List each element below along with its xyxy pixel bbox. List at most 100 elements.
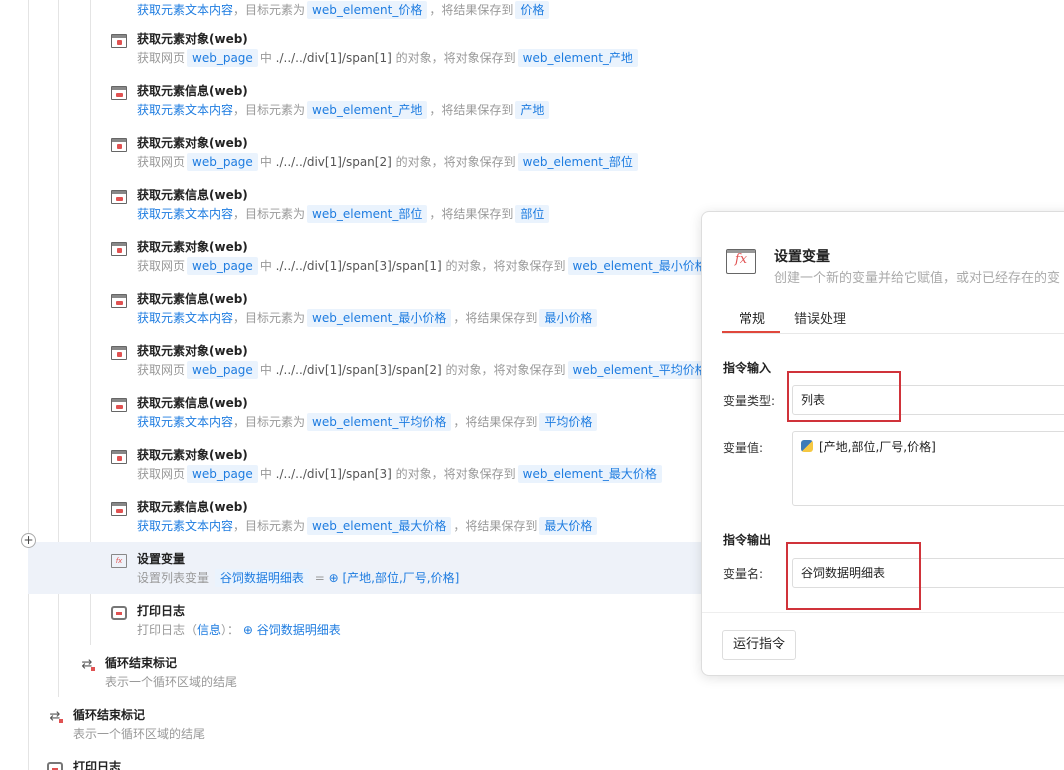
target-variable-tag[interactable]: web_element_平均价格 <box>307 413 452 431</box>
step-text: 的对象，将对象保存到 <box>395 467 516 481</box>
var-name-label: 变量名: <box>723 567 764 581</box>
xpath-text: ./../../div[1]/span[1] <box>275 51 392 65</box>
python-icon <box>801 440 813 452</box>
step-text: ，将结果保存到 <box>453 415 538 429</box>
result-variable-tag[interactable]: 价格 <box>515 1 550 19</box>
workflow-canvas: + 获取元素文本内容，目标元素为 web_element_价格 ，将结果保存到 价格 … <box>0 0 1064 770</box>
var-value-text: [产地,部位,厂号,价格] <box>819 440 936 454</box>
page-variable-tag[interactable]: web_page <box>187 257 258 275</box>
result-variable-tag[interactable]: 平均价格 <box>539 413 598 431</box>
step-text: 的对象，将对象保存到 <box>445 259 566 273</box>
step-description: 获取元素文本内容，目标元素为 web_element_最大价格 ，将结果保存到 最大价… <box>137 517 599 535</box>
variable-tag[interactable]: 谷饲数据明细表 <box>214 569 309 587</box>
dialog-tabs: 常规 错误处理 <box>722 308 1064 334</box>
loop-end-icon: ⇄ <box>47 710 63 724</box>
step-get-element-object[interactable]: 获取元素对象(web) 获取网页 web_page 中 ./../../div[1]… <box>111 28 701 80</box>
step-title: 获取元素对象(web) <box>137 32 248 46</box>
target-variable-tag[interactable]: web_element_产地 <box>307 101 428 119</box>
step-description: 获取元素文本内容，目标元素为 web_element_部位 ，将结果保存到 部位 <box>137 205 551 223</box>
step-text: ，将结果保存到 <box>453 311 538 325</box>
step-title: 获取元素信息(web) <box>137 292 248 306</box>
step-get-element-object[interactable]: 获取元素对象(web) 获取网页 web_page 中 ./../../div[1]… <box>111 340 712 392</box>
step-get-element-info[interactable]: 获取元素信息(web) 获取元素文本内容，目标元素为 web_element_平均… <box>111 392 701 444</box>
tree-guide-line <box>28 0 29 770</box>
step-get-element-info[interactable]: 获取元素信息(web) 获取元素文本内容，目标元素为 web_element_最大… <box>111 496 701 548</box>
step-text: ，目标元素为 <box>233 103 306 117</box>
result-variable-tag[interactable]: web_element_最大价格 <box>517 465 662 483</box>
step-title: 打印日志 <box>73 760 122 770</box>
step-set-variable[interactable]: fx 设置变量 设置列表变量 谷饲数据明细表 = ⊕ [产地,部位,厂号,价格] <box>111 548 701 600</box>
list-value-text: [产地,部位,厂号,价格] <box>342 571 460 585</box>
step-description: 表示一个循环区域的结尾 <box>73 727 206 741</box>
xpath-text: ./../../div[1]/span[3]/span[1] <box>275 259 442 273</box>
log-value: ⊕ 谷饲数据明细表 <box>242 623 341 637</box>
step-title: 打印日志 <box>137 604 186 618</box>
result-variable-tag[interactable]: web_element_产地 <box>517 49 638 67</box>
step-text: ，目标元素为 <box>233 311 306 325</box>
run-command-button[interactable]: 运行指令 <box>722 630 796 660</box>
step-description: 设置列表变量 谷饲数据明细表 = ⊕ [产地,部位,厂号,价格] <box>137 569 459 587</box>
xpath-text: ./../../div[1]/span[2] <box>275 155 392 169</box>
result-variable-tag[interactable]: 最小价格 <box>539 309 598 327</box>
step-loop-end[interactable]: ⇄ 循环结束标记 表示一个循环区域的结尾 <box>47 704 647 756</box>
web-element-icon <box>111 450 127 464</box>
page-variable-tag[interactable]: web_page <box>187 49 258 67</box>
step-text: 获取网页 <box>137 51 186 65</box>
step-get-element-info[interactable]: 获取元素信息(web) 获取元素文本内容，目标元素为 web_element_产地… <box>111 80 701 132</box>
step-text: 的对象，将对象保存到 <box>445 363 566 377</box>
result-variable-tag[interactable]: 最大价格 <box>539 517 598 535</box>
step-text: ，目标元素为 <box>233 207 306 221</box>
target-variable-tag[interactable]: web_element_最小价格 <box>307 309 452 327</box>
step-get-element-info[interactable]: 获取元素信息(web) 获取元素文本内容，目标元素为 web_element_最小… <box>111 288 701 340</box>
step-action: 获取元素文本内容 <box>137 415 234 429</box>
step-title: 循环结束标记 <box>105 656 178 670</box>
step-title: 获取元素信息(web) <box>137 84 248 98</box>
step-text: ，目标元素为 <box>233 519 306 533</box>
step-text: ，将结果保存到 <box>429 207 514 221</box>
tab-error-handling[interactable]: 错误处理 <box>794 308 846 327</box>
step-print-log[interactable]: 打印日志 打印日志（信息）： ⊕ 谷饲数据明细表 <box>111 600 701 652</box>
step-get-element-object[interactable]: 获取元素对象(web) 获取网页 web_page 中 ./../../div[1]… <box>111 236 712 288</box>
step-action: 获取元素文本内容 <box>137 519 234 533</box>
step-title: 获取元素信息(web) <box>137 500 248 514</box>
result-variable-tag[interactable]: web_element_平均价格 <box>567 361 712 379</box>
step-description: 获取网页 web_page 中 ./../../div[1]/span[1] 的对象… <box>137 49 640 67</box>
var-value-input[interactable]: [产地,部位,厂号,价格] <box>792 431 1064 506</box>
step-get-element-object[interactable]: 获取元素对象(web) 获取网页 web_page 中 ./../../div[1]… <box>111 444 701 496</box>
step-text: 的对象，将对象保存到 <box>395 51 516 65</box>
step-text: （ <box>185 623 198 637</box>
step-text: 获取网页 <box>137 363 186 377</box>
result-variable-tag[interactable]: 部位 <box>515 205 550 223</box>
step-description: 获取网页 web_page 中 ./../../div[1]/span[3]/spa… <box>137 361 714 379</box>
step-loop-end[interactable]: ⇄ 循环结束标记 表示一个循环区域的结尾 <box>79 652 679 704</box>
tab-general[interactable]: 常规 <box>739 308 765 327</box>
loop-end-icon: ⇄ <box>79 658 95 672</box>
add-step-button[interactable]: + <box>21 533 36 548</box>
page-variable-tag[interactable]: web_page <box>187 465 258 483</box>
fx-icon: fx <box>111 554 127 568</box>
step-get-element-object[interactable]: 获取元素对象(web) 获取网页 web_page 中 ./../../div[1]… <box>111 132 701 184</box>
step-text: ，将结果保存到 <box>453 519 538 533</box>
log-level: 信息 <box>197 623 222 637</box>
result-variable-tag[interactable]: web_element_部位 <box>517 153 638 171</box>
step-text: 中 <box>259 51 272 65</box>
page-variable-tag[interactable]: web_page <box>187 153 258 171</box>
step-text: ，将结果保存到 <box>429 3 514 17</box>
step-action: 获取元素文本内容 <box>137 103 234 117</box>
result-variable-tag[interactable]: 产地 <box>515 101 550 119</box>
target-variable-tag[interactable]: web_element_最大价格 <box>307 517 452 535</box>
step-description: 打印日志（信息）： ⊕ 谷饲数据明细表 <box>137 621 341 639</box>
step-title: 获取元素对象(web) <box>137 240 248 254</box>
step-description: 获取元素文本内容，目标元素为 web_element_产地 ，将结果保存到 产地 <box>137 101 551 119</box>
target-variable-tag[interactable]: web_element_价格 <box>307 1 428 19</box>
step-get-element-info[interactable]: 获取元素信息(web) 获取元素文本内容，目标元素为 web_element_部位… <box>111 184 701 236</box>
step-text: 中 <box>259 363 272 377</box>
page-variable-tag[interactable]: web_page <box>187 361 258 379</box>
target-variable-tag[interactable]: web_element_部位 <box>307 205 428 223</box>
step-text: 打印日志 <box>137 623 186 637</box>
step-title: 获取元素对象(web) <box>137 448 248 462</box>
step-print-log[interactable]: 打印日志 <box>47 756 647 770</box>
var-type-label: 变量类型: <box>723 394 776 408</box>
result-variable-tag[interactable]: web_element_最小价格 <box>567 257 712 275</box>
set-variable-dialog: fx 设置变量 创建一个新的变量并给它赋值，或对已经存在的变 常规 错误处理 指… <box>701 211 1064 676</box>
